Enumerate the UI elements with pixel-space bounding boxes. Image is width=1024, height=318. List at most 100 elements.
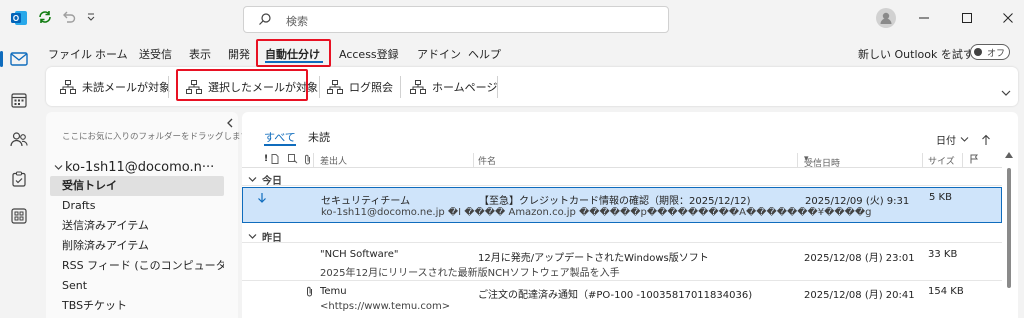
tab-home[interactable]: ホーム: [95, 46, 128, 62]
message-size: 5 KB: [929, 192, 952, 203]
toggle-knob: [974, 48, 982, 56]
filter-tab-unread[interactable]: 未読: [308, 129, 330, 145]
homepage-button[interactable]: ホームページ: [410, 77, 497, 97]
tasks-icon[interactable]: [8, 168, 30, 190]
message-row[interactable]: Temu ご注文の配達済み通知（#PO-100 -100358170118340…: [242, 282, 1002, 318]
column-separator: [962, 153, 963, 167]
apps-icon[interactable]: [8, 205, 30, 227]
ribbon-separator: [168, 76, 169, 98]
button-highlight-box: [176, 69, 308, 101]
org-chart-icon: [327, 80, 343, 94]
message-row[interactable]: セキュリティチーム 【至急】クレジットカード情報の確認（期限：2025/12/1…: [242, 187, 1002, 223]
group-divider: [242, 185, 1002, 186]
try-new-outlook-toggle[interactable]: オフ: [970, 44, 1010, 60]
org-chart-icon: [410, 80, 426, 94]
down-arrow-icon: [257, 192, 267, 207]
chevron-down-icon: [960, 137, 969, 142]
column-subject[interactable]: 件名: [478, 154, 496, 167]
message-subject: 【至急】クレジットカード情報の確認（期限：2025/12/12): [479, 196, 751, 207]
scrollbar-thumb[interactable]: [1007, 168, 1011, 288]
mail-list-pane: すべて 未読 日付 ! 差出人 件名 受信日時 ▾ サイズ 今日 セキュリティチ…: [242, 112, 1018, 318]
account-avatar-icon[interactable]: [876, 8, 896, 31]
ribbon-separator: [497, 76, 498, 98]
tab-view[interactable]: 表示: [189, 46, 211, 62]
message-preview: ko-1sh11@docomo.ne.jp �I ���� Amazon.co.…: [321, 207, 872, 218]
tab-send-receive[interactable]: 送受信: [139, 46, 172, 62]
tab-developer[interactable]: 開発: [228, 46, 250, 62]
message-preview: <https://www.temu.com>: [320, 301, 451, 312]
folder-inbox[interactable]: 受信トレイ: [50, 176, 224, 196]
svg-text:O: O: [13, 14, 19, 23]
chevron-down-icon: [248, 234, 257, 239]
tab-addins[interactable]: アドイン: [417, 46, 461, 62]
tab-help[interactable]: ヘルプ: [468, 46, 501, 62]
ribbon-separator: [400, 76, 401, 98]
message-received: 2025/12/09 (火) 9:31: [805, 196, 910, 207]
folder-deleted-items[interactable]: 削除済みアイテム: [50, 236, 224, 256]
folder-sent[interactable]: Sent: [50, 276, 224, 296]
close-icon[interactable]: [1002, 12, 1014, 27]
attachment-icon: [306, 286, 313, 300]
toggle-state-label: オフ: [987, 49, 1006, 59]
people-icon[interactable]: [8, 128, 30, 150]
chevron-down-icon: [248, 177, 257, 182]
row-divider: [242, 280, 1002, 281]
filter-tab-all[interactable]: すべて: [264, 129, 296, 145]
quick-access-dropdown-icon[interactable]: [86, 12, 96, 22]
favorites-hint: ここにお気に入りのフォルダーをドラッグします: [62, 132, 250, 142]
attachment-column-icon[interactable]: [304, 154, 311, 168]
maximize-icon[interactable]: [961, 12, 973, 27]
folder-sent-items[interactable]: 送信済みアイテム: [50, 216, 224, 236]
log-inquiry-label: ログ照会: [349, 81, 393, 94]
message-subject: ご注文の配達済み通知（#PO-100 -10035817011834036): [478, 290, 753, 301]
folder-rss-feeds[interactable]: RSS フィード (このコンピューター...: [50, 256, 224, 276]
sort-control[interactable]: 日付: [936, 132, 991, 147]
message-from: セキュリティチーム: [321, 196, 411, 207]
search-icon: [258, 12, 272, 29]
mail-icon[interactable]: [0, 48, 30, 70]
mail-list-scrollbar[interactable]: [1004, 146, 1014, 318]
ribbon-expand-chevron-icon[interactable]: [1001, 87, 1011, 100]
column-separator: [797, 153, 798, 167]
unread-mail-target-label: 未読メールが対象: [82, 81, 170, 94]
title-bar: O 検索: [0, 0, 1024, 38]
account-header[interactable]: ko-1sh11@docomo.n···: [54, 160, 214, 175]
unread-mail-target-button[interactable]: 未読メールが対象: [60, 77, 170, 97]
tab-file[interactable]: ファイル: [48, 46, 92, 62]
column-size[interactable]: サイズ: [928, 154, 955, 167]
chevron-down-icon: [54, 165, 63, 170]
column-separator: [473, 153, 474, 167]
sort-direction-arrow-icon[interactable]: [981, 134, 991, 146]
minimize-icon[interactable]: [918, 12, 930, 27]
send-receive-icon[interactable]: [37, 9, 53, 25]
app-rail: [0, 38, 38, 318]
tab-highlight-box: [256, 39, 331, 67]
homepage-label: ホームページ: [432, 81, 498, 94]
calendar-icon[interactable]: [8, 89, 30, 111]
column-received-label: 受信日時: [804, 159, 841, 169]
column-from[interactable]: 差出人: [320, 154, 347, 167]
account-name: ko-1sh11@docomo.n···: [65, 160, 215, 175]
message-row[interactable]: "NCH Software" 12月に発売/アップデートされたWindows版ソ…: [242, 245, 1002, 281]
column-received[interactable]: 受信日時 ▾: [804, 154, 840, 169]
message-preview: 2025年12月にリリースされた最新版NCHソフトウェア製品を入手: [320, 268, 620, 279]
message-size: 154 KB: [928, 286, 964, 297]
search-input[interactable]: 検索: [243, 6, 669, 33]
message-size: 33 KB: [928, 249, 958, 260]
message-received: 2025/12/08 (月) 20:41: [804, 290, 915, 301]
column-separator: [313, 153, 314, 167]
flag-column-icon[interactable]: [970, 154, 979, 167]
importance-column-icon[interactable]: !: [264, 154, 268, 164]
undo-icon[interactable]: [61, 9, 77, 25]
reminder-column-icon[interactable]: [288, 154, 298, 167]
message-from: Temu: [320, 286, 347, 297]
scroll-up-arrow-icon[interactable]: [1005, 152, 1013, 158]
log-inquiry-button[interactable]: ログ照会: [327, 77, 393, 97]
column-separator: [922, 153, 923, 167]
folder-pane: ここにお気に入りのフォルダーをドラッグします ko-1sh11@docomo.n…: [46, 112, 249, 318]
tab-access-register[interactable]: Access登録: [339, 46, 399, 62]
folder-drafts[interactable]: Drafts: [50, 196, 224, 216]
org-chart-icon: [60, 80, 76, 94]
folder-tbs-ticket[interactable]: TBSチケット: [50, 296, 224, 316]
item-type-column-icon[interactable]: [271, 154, 279, 167]
